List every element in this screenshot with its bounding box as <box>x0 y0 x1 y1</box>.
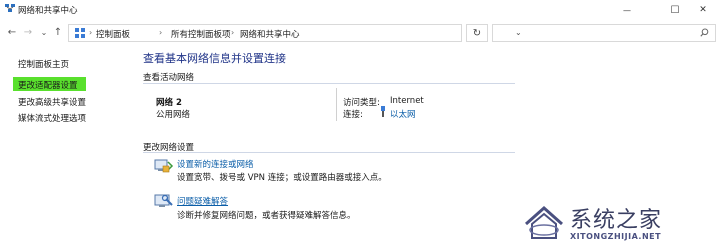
refresh-icon: ↻ <box>472 27 482 39</box>
new-connection-icon <box>154 159 174 173</box>
close-button[interactable]: ✕ <box>686 0 720 20</box>
troubleshoot-description: 诊断并修复网络问题，或者获得疑难解答信息。 <box>177 211 356 221</box>
ethernet-connection-link[interactable]: 以太网 <box>390 108 416 120</box>
new-connection-link[interactable]: 设置新的连接或网络 <box>177 158 254 170</box>
breadcrumb-separator: › <box>231 28 235 37</box>
minimize-button[interactable]: — <box>610 0 644 20</box>
access-type-label: 访问类型: <box>343 98 380 108</box>
arrow-left-icon: ← <box>7 27 17 38</box>
connection-label: 连接: <box>343 110 363 120</box>
minimize-icon: — <box>623 5 631 15</box>
close-icon: ✕ <box>699 5 707 15</box>
watermark-url: XITONGZHIJIA.NET <box>570 232 662 241</box>
sidebar-item-media-streaming[interactable]: 媒体流式处理选项 <box>18 112 86 124</box>
troubleshoot-link[interactable]: 问题疑难解答 <box>177 195 228 207</box>
sidebar-item-control-panel-home[interactable]: 控制面板主页 <box>18 58 69 70</box>
access-type-value: Internet <box>390 96 424 106</box>
address-bar[interactable]: › 控制面板 › 所有控制面板项 › 网络和共享中心 ⌄ <box>68 24 522 42</box>
network-type[interactable]: 公用网络 <box>156 108 190 120</box>
divider <box>336 88 337 121</box>
breadcrumb-separator: › <box>159 28 163 37</box>
breadcrumb-network-center[interactable]: 网络和共享中心 <box>240 28 300 40</box>
breadcrumb-all-items[interactable]: 所有控制面板项 <box>171 28 231 40</box>
active-networks-heading: 查看活动网络 <box>143 73 195 83</box>
watermark-title: 系统之家 <box>570 208 663 233</box>
troubleshoot-icon <box>154 194 173 207</box>
maximize-icon: ☐ <box>670 4 680 16</box>
divider <box>143 152 515 153</box>
up-button[interactable]: ↑ <box>52 26 64 39</box>
page-title: 查看基本网络信息并设置连接 <box>143 52 286 65</box>
watermark: 系统之家 XITONGZHIJIA.NET <box>522 200 718 244</box>
recent-locations-button[interactable]: ⌄ <box>38 26 50 39</box>
back-button[interactable]: ← <box>6 26 18 39</box>
sidebar-item-advanced-sharing[interactable]: 更改高级共享设置 <box>18 96 86 108</box>
search-input[interactable] <box>492 24 716 42</box>
control-panel-icon <box>75 28 85 38</box>
forward-button[interactable]: → <box>22 26 34 39</box>
arrow-right-icon: → <box>23 27 33 38</box>
network-center-icon <box>5 4 15 12</box>
sidebar-item-change-adapter-settings[interactable]: 更改适配器设置 <box>18 79 78 91</box>
watermark-logo-icon <box>525 205 563 239</box>
arrow-up-icon: ↑ <box>53 27 63 38</box>
network-name: 网络 2 <box>156 98 182 108</box>
new-connection-description: 设置宽带、拨号或 VPN 连接；或设置路由器或接入点。 <box>177 173 387 183</box>
divider <box>143 83 515 84</box>
chevron-down-icon: ⌄ <box>40 28 48 37</box>
search-icon <box>700 28 709 37</box>
ethernet-icon <box>381 106 385 117</box>
window-title: 网络和共享中心 <box>18 6 78 16</box>
breadcrumb-control-panel[interactable]: 控制面板 <box>96 28 130 40</box>
breadcrumb-separator: › <box>89 28 93 37</box>
title-bar: 网络和共享中心 — ☐ ✕ <box>0 0 720 20</box>
refresh-button[interactable]: ↻ <box>466 24 488 42</box>
